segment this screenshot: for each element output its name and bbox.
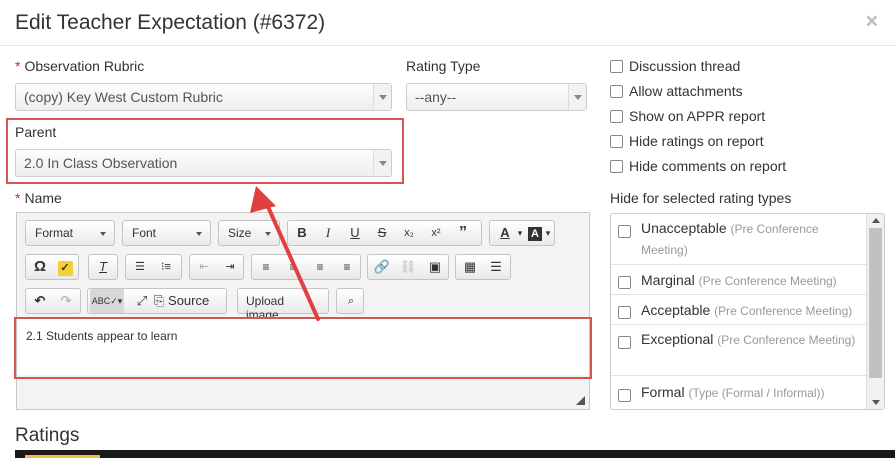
format-clear-group: T (88, 254, 118, 280)
chevron-down-icon[interactable]: ▾ (536, 221, 560, 245)
scroll-down-icon[interactable] (872, 400, 880, 405)
indent-group: ⇤ ⇥ (189, 254, 244, 280)
unlink-icon[interactable]: ⛓ (396, 255, 420, 279)
modal-header: Edit Teacher Expectation (#6372) × (0, 0, 895, 46)
checkbox[interactable] (618, 306, 631, 319)
link-icon[interactable]: 🔗 (370, 255, 394, 279)
observation-rubric-value: (copy) Key West Custom Rubric (24, 89, 223, 105)
format-dropdown[interactable]: Format (25, 220, 115, 246)
scrollbar-thumb[interactable] (869, 228, 882, 378)
table-group: ▦ ☰ (455, 254, 511, 280)
list-item[interactable]: Exceptional (Pre Conference Meeting) (611, 325, 866, 376)
bulleted-list-icon[interactable]: ⁝≡ (154, 255, 178, 279)
checkbox[interactable] (618, 225, 631, 238)
text-style-group: B I U S x₂ x² ” (287, 220, 482, 246)
numbered-list-icon[interactable]: ☰ (128, 255, 152, 279)
undo-icon[interactable]: ↶ (28, 289, 52, 313)
checkbox[interactable] (618, 389, 631, 402)
maximize-icon[interactable]: ⤢ (130, 289, 154, 313)
required-marker: * (15, 190, 21, 206)
redo-icon[interactable]: ↷ (54, 289, 78, 313)
option-allow-attachments[interactable]: Allow attachments (610, 83, 743, 103)
parent-select[interactable]: 2.0 In Class Observation (15, 149, 392, 177)
source-button[interactable]: ⎘ Source (154, 289, 224, 313)
list-item[interactable]: Marginal (Pre Conference Meeting) (611, 265, 866, 295)
parent-value: 2.0 In Class Observation (24, 155, 178, 171)
omega-icon[interactable]: Ω (28, 255, 52, 279)
list-group: ☰ ⁝≡ (125, 254, 182, 280)
checkbox[interactable] (610, 110, 623, 123)
resize-grip-icon[interactable] (576, 396, 585, 405)
table-icon[interactable]: ▦ (458, 255, 482, 279)
observation-rubric-select[interactable]: (copy) Key West Custom Rubric (15, 83, 392, 111)
source-icon: ⎘ (154, 293, 165, 308)
align-group: ≡ ≡ ≡ ≡ (251, 254, 361, 280)
checkbox[interactable] (610, 85, 623, 98)
ratings-toolbar (15, 450, 895, 458)
rating-type-value: --any-- (415, 89, 457, 105)
find-group: ⌕ (336, 288, 364, 314)
font-dropdown[interactable]: Font (122, 220, 211, 246)
modal-title: Edit Teacher Expectation (#6372) (15, 11, 326, 34)
option-show-on-appr-report[interactable]: Show on APPR report (610, 108, 765, 128)
spellcheck-as-you-type-icon[interactable]: ABC✓▾ (90, 289, 124, 313)
rich-text-editor: Format Font Size B I U S x₂ x² ” A ▾ A ▾… (16, 212, 590, 410)
align-center-icon[interactable]: ≡ (281, 255, 305, 279)
find-replace-icon[interactable]: ⌕ (339, 289, 363, 313)
list-item[interactable]: Formal (Type (Formal / Informal)) (611, 376, 866, 409)
outdent-icon[interactable]: ⇤ (192, 255, 216, 279)
history-group: ↶ ↷ (25, 288, 81, 314)
name-label: * Name (15, 190, 62, 206)
upload-image-button[interactable]: Upload image (237, 288, 329, 322)
close-icon[interactable]: × (866, 10, 878, 34)
blockquote-icon[interactable]: ” (451, 221, 475, 245)
chevron-down-icon (373, 150, 391, 176)
indent-icon[interactable]: ⇥ (218, 255, 242, 279)
option-hide-comments-on-report[interactable]: Hide comments on report (610, 158, 786, 178)
tools-group: ABC✓▾ ⤢ ⎘ Source (87, 288, 227, 314)
required-marker: * (15, 58, 21, 74)
list-item[interactable]: Acceptable (Pre Conference Meeting) (611, 295, 866, 325)
checkbox[interactable] (618, 276, 631, 289)
option-discussion-thread[interactable]: Discussion thread (610, 58, 740, 78)
image-icon[interactable]: ▣ (423, 255, 447, 279)
observation-rubric-label: * Observation Rubric (15, 58, 145, 74)
align-left-icon[interactable]: ≡ (254, 255, 278, 279)
hide-rating-types-label: Hide for selected rating types (610, 190, 792, 206)
list-item[interactable]: Unacceptable (Pre Conference Meeting) (611, 214, 866, 265)
remove-format-icon[interactable]: T (91, 255, 115, 279)
parent-label: Parent (15, 124, 57, 140)
subscript-icon[interactable]: x₂ (397, 221, 421, 245)
checkbox[interactable] (618, 336, 631, 349)
arrow-head (250, 186, 276, 213)
chevron-down-icon (568, 84, 586, 110)
checkbox[interactable] (610, 135, 623, 148)
align-right-icon[interactable]: ≡ (308, 255, 332, 279)
scroll-up-icon[interactable] (872, 218, 880, 223)
superscript-icon[interactable]: x² (424, 221, 448, 245)
align-justify-icon[interactable]: ≡ (335, 255, 359, 279)
insert-group: Ω ✓ (25, 254, 79, 280)
strikethrough-icon[interactable]: S (370, 221, 394, 245)
option-hide-ratings-on-report[interactable]: Hide ratings on report (610, 133, 764, 153)
list-scrollbar[interactable] (866, 214, 884, 409)
underline-icon[interactable]: U (343, 221, 367, 245)
ratings-heading: Ratings (15, 425, 80, 446)
horizontal-rule-icon[interactable]: ☰ (484, 255, 508, 279)
content-highlight-box (14, 317, 592, 379)
spellcheck-icon[interactable]: ✓ (53, 255, 77, 279)
link-group: 🔗 ⛓ ▣ (367, 254, 449, 280)
color-group: A ▾ A ▾ (489, 220, 555, 246)
bold-icon[interactable]: B (290, 221, 314, 245)
rating-type-label: Rating Type (406, 58, 481, 74)
size-dropdown[interactable]: Size (218, 220, 280, 246)
rating-types-list: Unacceptable (Pre Conference Meeting) Ma… (610, 213, 885, 410)
chevron-down-icon (373, 84, 391, 110)
checkbox[interactable] (610, 60, 623, 73)
italic-icon[interactable]: I (316, 221, 340, 245)
checkbox[interactable] (610, 160, 623, 173)
rating-type-select[interactable]: --any-- (406, 83, 587, 111)
